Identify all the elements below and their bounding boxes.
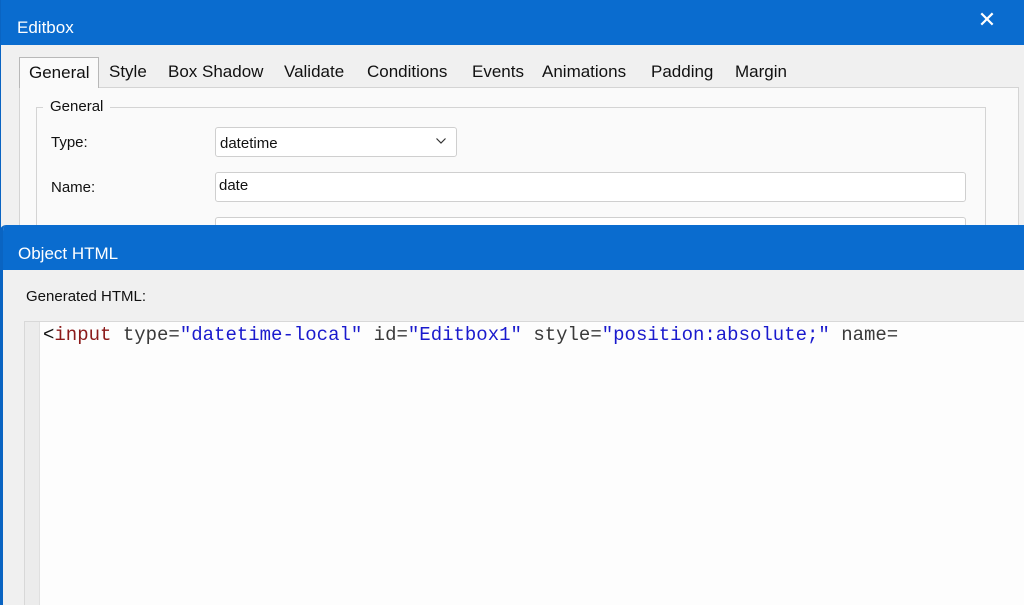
code-value-style: "position:absolute;" [601, 324, 830, 346]
chevron-down-icon [436, 138, 446, 144]
name-label-text: Name: [51, 179, 96, 196]
code-attr-type: type= [111, 324, 180, 346]
code-attr-style: style= [521, 324, 602, 346]
editbox-titlebar[interactable]: Editbox ✕ [1, 0, 1024, 45]
tab-animations[interactable]: Animations [542, 57, 626, 87]
code-attr-id: id= [362, 324, 408, 346]
code-gutter [25, 322, 40, 605]
tab-events[interactable]: Events [472, 57, 524, 87]
generated-html-label: Generated HTML: [26, 288, 147, 305]
object-html-dialog: Object HTML Generated HTML: <input type=… [0, 225, 1024, 605]
close-icon[interactable]: ✕ [969, 4, 1005, 36]
general-group-title: General [43, 98, 111, 115]
tab-general[interactable]: General [19, 57, 99, 88]
tab-padding[interactable]: Padding [651, 57, 713, 87]
type-select[interactable]: datetime [215, 127, 457, 157]
tab-box-shadow[interactable]: Box Shadow [168, 57, 263, 87]
name-field[interactable]: date [215, 172, 966, 202]
tab-style[interactable]: Style [109, 57, 147, 87]
object-html-titlebar[interactable]: Object HTML [3, 225, 1024, 270]
tab-margin[interactable]: Margin [735, 57, 787, 87]
editbox-title: Editbox [17, 18, 74, 37]
code-attr-name: name= [829, 324, 899, 346]
code-value-id: "Editbox1" [407, 324, 522, 346]
code-open-bracket: < [43, 324, 55, 346]
code-value-type: "datetime-local" [179, 324, 363, 346]
tab-conditions[interactable]: Conditions [367, 57, 447, 87]
code-line: <input type="datetime-local" id="Editbox… [43, 324, 898, 346]
type-select-value: datetime [220, 135, 278, 152]
name-label: Name: [51, 179, 95, 196]
code-tag-name: input [54, 324, 112, 346]
object-html-title: Object HTML [18, 244, 119, 263]
html-code-editor[interactable]: <input type="datetime-local" id="Editbox… [24, 321, 1024, 605]
tab-validate[interactable]: Validate [284, 57, 344, 87]
type-label: Type: [51, 134, 88, 151]
